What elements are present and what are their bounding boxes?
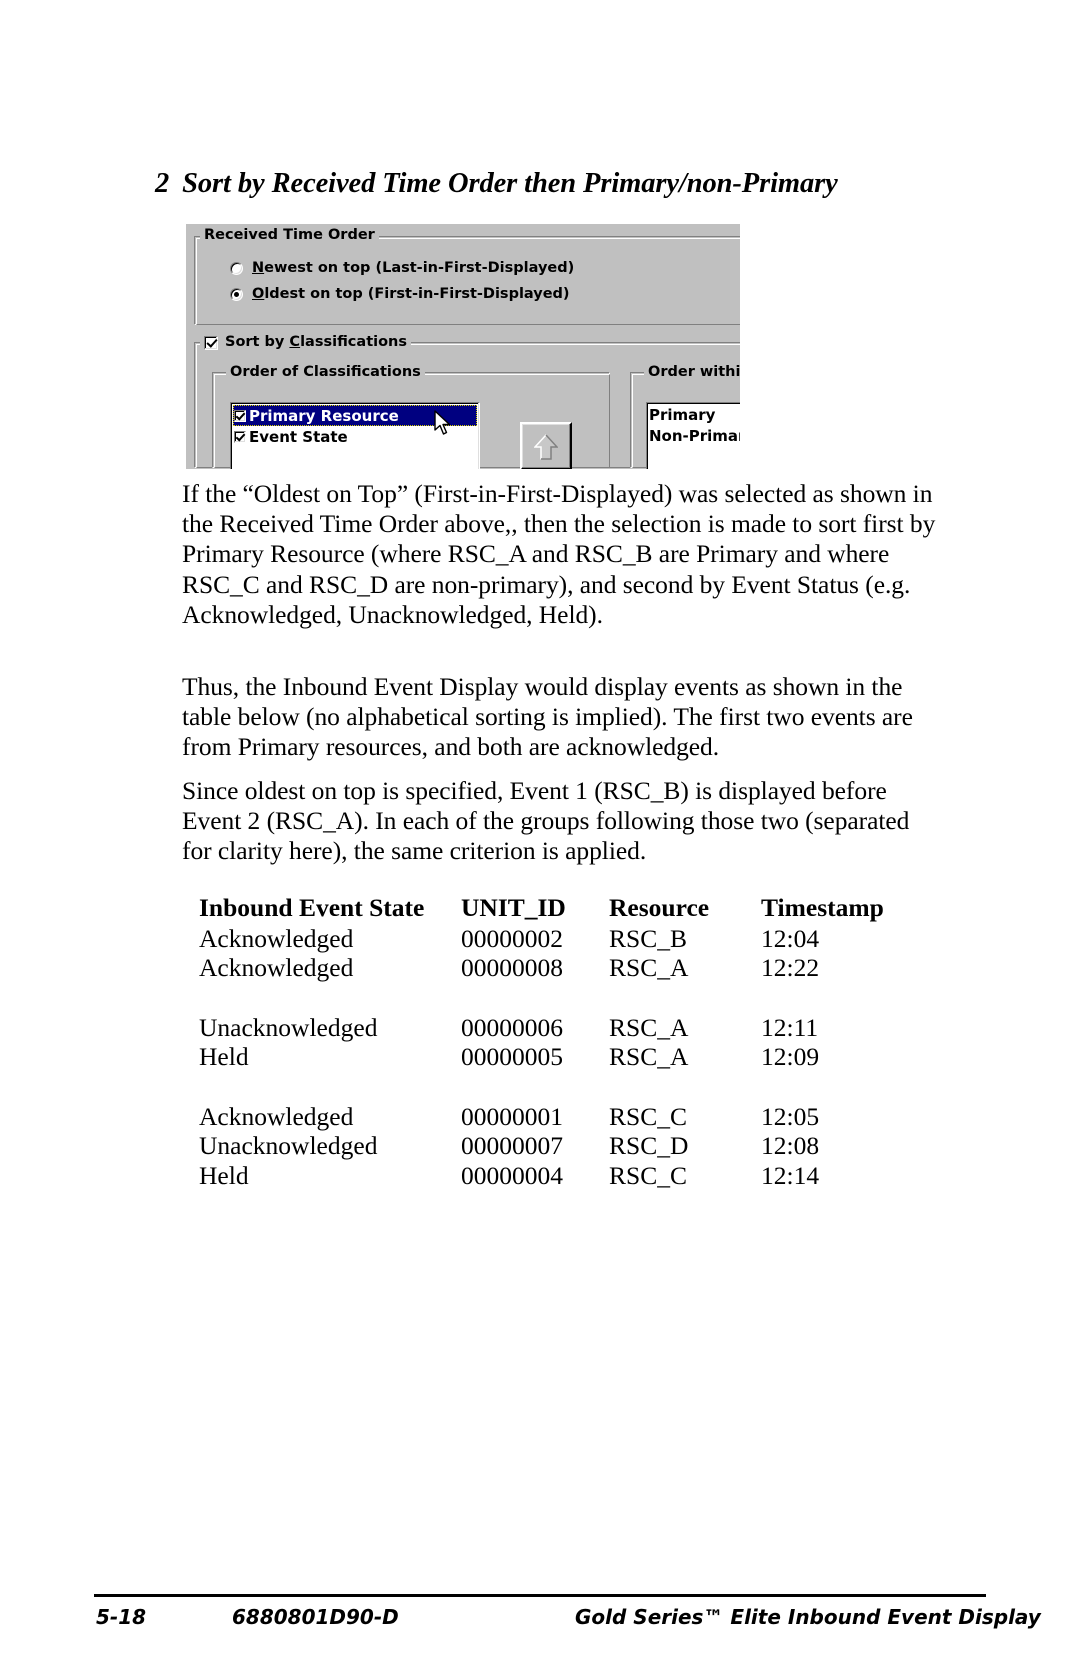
checkbox-icon[interactable] — [234, 409, 246, 422]
paragraph-explanation: If the “Oldest on Top” (First-in-First-D… — [182, 479, 936, 629]
list-item-label: Primary Resource — [249, 406, 399, 425]
radio-newest-on-top-label: Newest on top (Last-in-First-Displayed) — [252, 260, 575, 276]
checkbox-icon[interactable] — [234, 430, 246, 443]
cell-timestamp: 12:05 — [761, 1101, 820, 1131]
cell-timestamp: 12:04 — [761, 923, 820, 953]
cell-resource: RSC_A — [609, 1042, 689, 1071]
received-time-order-group-title: Received Time Order — [200, 228, 379, 243]
paragraph-since: Since oldest on top is specified, Event … — [182, 776, 910, 866]
paragraph-thus: Thus, the Inbound Event Display would di… — [182, 672, 913, 762]
dialog-screenshot-figure: Received Time Order Newest on top (Last-… — [186, 224, 740, 469]
table-row: Held 00000005 RSC_A 12:09 — [199, 1042, 901, 1072]
list-item-label: Event State — [249, 427, 348, 446]
column-header-unit-id: UNIT_ID — [461, 893, 566, 922]
cell-state: Unacknowledged — [199, 1131, 378, 1160]
cell-unit-id: 00000007 — [461, 1131, 563, 1160]
received-time-order-group — [194, 236, 740, 325]
list-item[interactable]: Non-Primar — [649, 426, 740, 447]
table-row: Held 00000004 RSC_C 12:14 — [199, 1161, 901, 1191]
column-header-timestamp: Timestamp — [761, 893, 884, 922]
table-row: Unacknowledged 00000007 RSC_D 12:08 — [199, 1131, 901, 1161]
cell-unit-id: 00000005 — [461, 1042, 563, 1071]
footer-document-title: Gold Series™ Elite Inbound Event Display — [575, 1605, 1041, 1629]
table-row: Acknowledged 00000001 RSC_C 12:05 — [199, 1102, 901, 1132]
cell-state: Held — [199, 1160, 249, 1190]
table-row: Acknowledged 00000002 RSC_B 12:04 — [199, 924, 901, 954]
order-within-listbox[interactable]: Primary Non-Primar — [646, 402, 740, 469]
radio-newest-on-top[interactable]: Newest on top (Last-in-First-Displayed) — [230, 260, 574, 276]
page-title-text: Sort by Received Time Order then Primary… — [182, 168, 838, 199]
cell-timestamp: 12:09 — [761, 1042, 820, 1071]
table-row: Unacknowledged 00000006 RSC_A 12:11 — [199, 1013, 901, 1043]
sort-by-classifications-checkbox-indicator[interactable] — [204, 335, 218, 350]
move-up-button[interactable] — [520, 422, 572, 469]
cell-resource: RSC_D — [609, 1131, 689, 1160]
table-group-separator — [199, 983, 901, 1013]
table-header-row: Inbound Event State UNIT_ID Resource Tim… — [199, 893, 901, 924]
radio-oldest-on-top[interactable]: Oldest on top (First-in-First-Displayed) — [230, 286, 570, 302]
table-group-separator — [199, 1072, 901, 1102]
mouse-cursor-icon — [434, 410, 451, 435]
cell-unit-id: 00000001 — [461, 1101, 563, 1131]
cell-state: Unacknowledged — [199, 1012, 378, 1042]
sort-by-classifications-label: Sort by Classifications — [225, 334, 408, 350]
cell-resource: RSC_A — [609, 1012, 689, 1042]
page-title: 2 Sort by Received Time Order then Primar… — [155, 168, 945, 200]
cell-unit-id: 00000004 — [461, 1160, 563, 1190]
cell-resource: RSC_C — [609, 1101, 687, 1131]
footer-part-number: 6880801D90-D — [232, 1605, 399, 1629]
sort-by-classifications-checkbox[interactable]: Sort by Classifications — [200, 334, 412, 350]
cell-resource: RSC_A — [609, 953, 689, 982]
column-header-resource: Resource — [609, 893, 710, 922]
cell-timestamp: 12:14 — [761, 1160, 820, 1190]
cell-state: Held — [199, 1042, 249, 1071]
radio-newest-on-top-indicator[interactable] — [230, 261, 243, 275]
dialog-window: Received Time Order Newest on top (Last-… — [186, 224, 740, 469]
cell-resource: RSC_B — [609, 923, 687, 953]
cell-unit-id: 00000008 — [461, 953, 563, 982]
cell-unit-id: 00000002 — [461, 923, 563, 953]
radio-oldest-on-top-label: Oldest on top (First-in-First-Displayed) — [252, 286, 570, 302]
arrow-up-icon — [534, 434, 558, 460]
inbound-event-table: Inbound Event State UNIT_ID Resource Tim… — [199, 893, 901, 1190]
cell-unit-id: 00000006 — [461, 1012, 563, 1042]
table-row: Acknowledged 00000008 RSC_A 12:22 — [199, 953, 901, 983]
footer-page-number: 5-18 — [96, 1605, 147, 1629]
cell-state: Acknowledged — [199, 923, 354, 953]
cell-state: Acknowledged — [199, 1101, 354, 1131]
order-within-group-title: Order within — [644, 365, 740, 380]
radio-oldest-on-top-indicator[interactable] — [230, 287, 243, 301]
cell-timestamp: 12:08 — [761, 1131, 820, 1160]
cell-state: Acknowledged — [199, 953, 354, 982]
cell-timestamp: 12:22 — [761, 953, 820, 982]
order-of-classifications-group-title: Order of Classifications — [226, 365, 425, 380]
footer-divider — [94, 1594, 986, 1597]
cell-timestamp: 12:11 — [761, 1012, 819, 1042]
cell-resource: RSC_C — [609, 1160, 687, 1190]
page-title-number: 2 — [155, 168, 170, 199]
document-page: 2 Sort by Received Time Order then Primar… — [0, 0, 1080, 1669]
column-header-state: Inbound Event State — [199, 893, 425, 922]
list-item[interactable]: Primary — [649, 405, 740, 426]
